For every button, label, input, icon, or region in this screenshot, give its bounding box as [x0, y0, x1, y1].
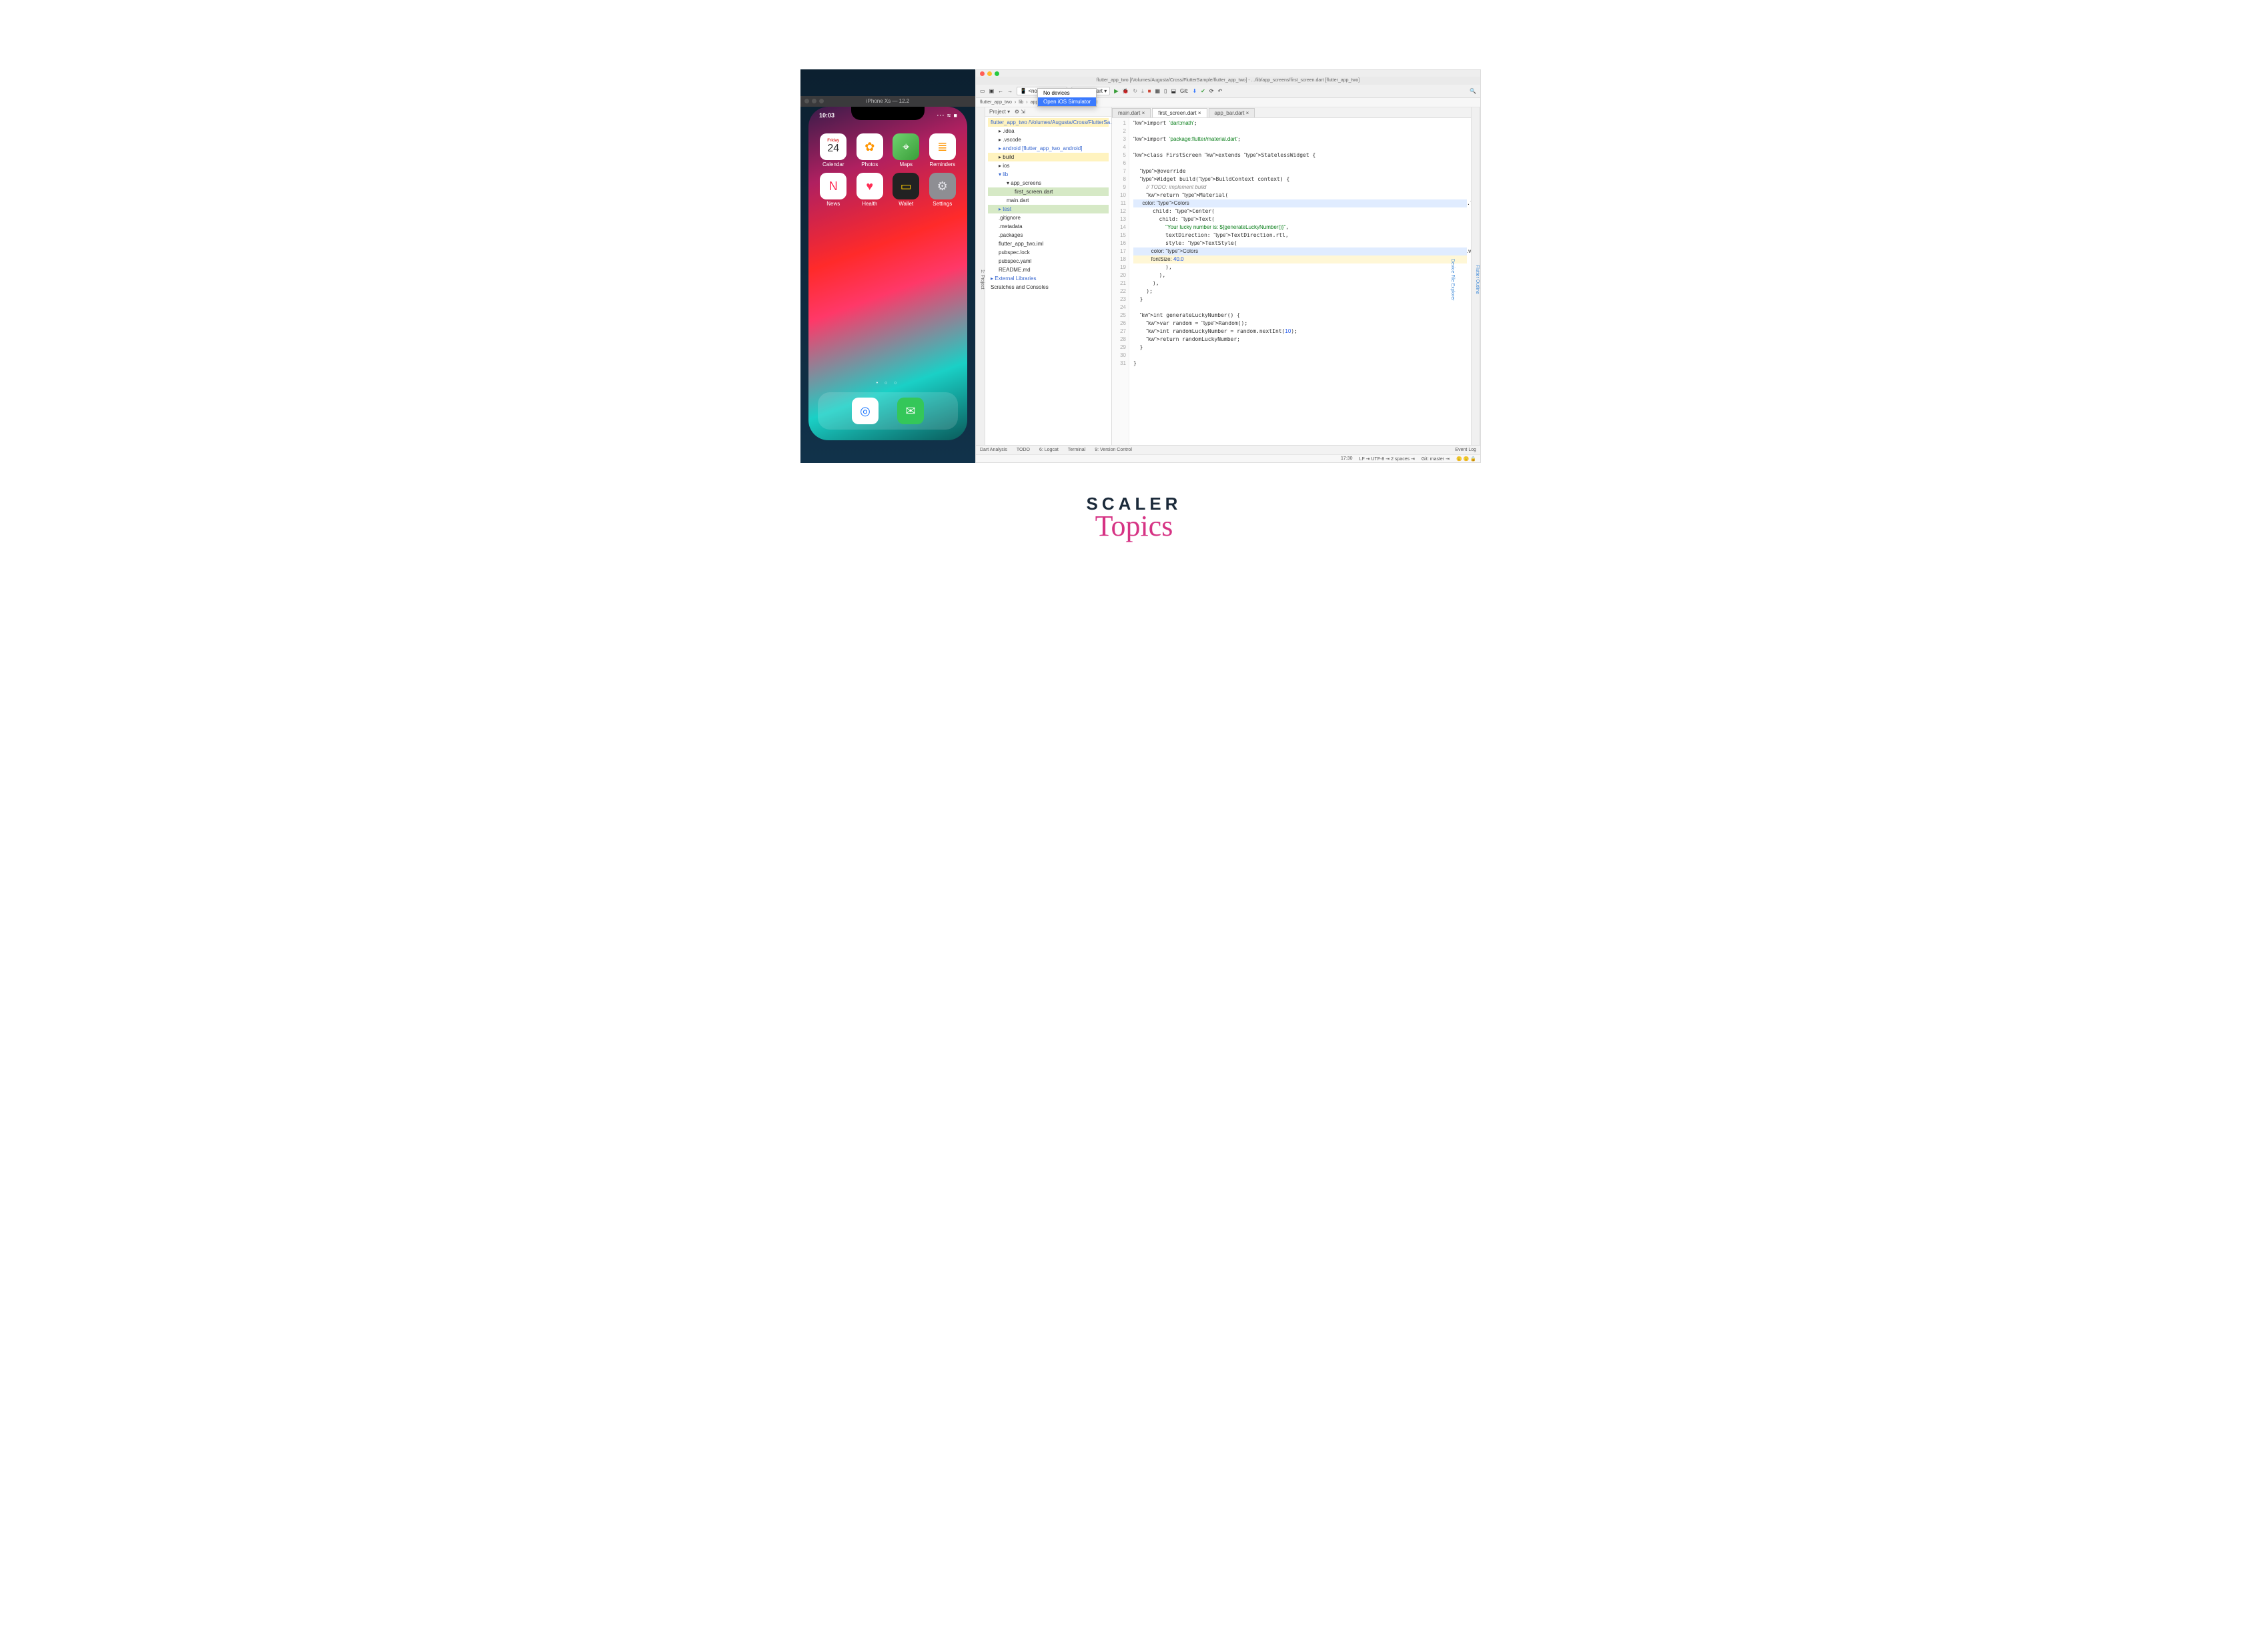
run-button[interactable]: ▶: [1114, 88, 1118, 94]
avd-icon[interactable]: ▯: [1164, 88, 1167, 94]
tree-node[interactable]: pubspec.yaml: [988, 257, 1109, 265]
bottom-tool-tabs[interactable]: Dart Analysis TODO 6: Logcat Terminal 9: Ver…: [976, 445, 1480, 454]
left-tool-tabs[interactable]: 1: ProjectResource ManagerLayout Capture…: [976, 107, 985, 445]
status-face-icon[interactable]: 🙂 🙂 🔒: [1456, 456, 1476, 462]
bottom-tab[interactable]: Dart Analysis: [980, 448, 1007, 452]
status-time: 10:03: [819, 112, 834, 119]
app-news[interactable]: NNews: [818, 173, 849, 207]
git-commit-icon[interactable]: ✔: [1201, 88, 1205, 94]
code-editor[interactable]: 1234567891011121314151617181920212223242…: [1112, 118, 1471, 445]
app-settings[interactable]: ⚙Settings: [927, 173, 959, 207]
project-view-selector[interactable]: Project ▾ ⚙ ⇲: [985, 107, 1111, 117]
tree-node[interactable]: flutter_app_two /Volumes/Augusta/Cross/F…: [988, 118, 1109, 127]
tree-node[interactable]: ▸ .vscode: [988, 135, 1109, 144]
stop-button[interactable]: ■: [1148, 88, 1151, 94]
bottom-tab[interactable]: 9: Version Control: [1095, 448, 1132, 452]
tree-node[interactable]: main.dart: [988, 196, 1109, 205]
profile-button[interactable]: ↻: [1133, 88, 1137, 94]
simulator-titlebar[interactable]: iPhone Xs — 12.2: [800, 96, 975, 107]
tree-node[interactable]: ▾ lib: [988, 170, 1109, 179]
popup-open-ios-simulator[interactable]: Open iOS Simulator: [1038, 97, 1096, 106]
app-calendar[interactable]: Friday24Calendar: [818, 133, 849, 167]
editor-tabs: main.dart ×first_screen.dart ×app_bar.da…: [1112, 107, 1471, 118]
editor-tab[interactable]: main.dart ×: [1112, 108, 1151, 117]
git-update-icon[interactable]: ⬇: [1192, 88, 1197, 94]
tree-node[interactable]: flutter_app_two.iml: [988, 239, 1109, 248]
tree-node[interactable]: ▸ External Libraries: [988, 274, 1109, 283]
tree-node[interactable]: ▸ test: [988, 205, 1109, 213]
dock-app-safari[interactable]: ◎: [852, 398, 879, 424]
dock-app-messages[interactable]: ✉: [897, 398, 924, 424]
tree-node[interactable]: ▸ build: [988, 153, 1109, 161]
bottom-tab[interactable]: TODO: [1017, 448, 1030, 452]
window-title: flutter_app_two [/Volumes/Augusta/Cross/…: [976, 77, 1480, 85]
right-tool-tabs[interactable]: Flutter OutlineDevice File Explorer: [1471, 107, 1480, 445]
caret-position[interactable]: 17:30: [1341, 456, 1353, 461]
editor-tab[interactable]: app_bar.dart ×: [1209, 108, 1255, 117]
git-label: Git:: [1180, 88, 1188, 94]
popup-no-devices: No devices: [1038, 89, 1096, 97]
status-indicators: ··· ≈ ■: [937, 112, 958, 119]
app-reminders[interactable]: ≣Reminders: [927, 133, 959, 167]
editor-tab[interactable]: first_screen.dart ×: [1152, 108, 1207, 117]
back-icon[interactable]: ←: [998, 88, 1003, 94]
device-selector-popup[interactable]: No devices Open iOS Simulator: [1037, 88, 1097, 107]
home-grid: Friday24Calendar✿Photos⌖Maps≣Reminders NN…: [818, 133, 958, 207]
debug-button[interactable]: 🐞: [1122, 88, 1129, 94]
iphone-screen[interactable]: 10:03 ··· ≈ ■ Friday24Calendar✿Photos⌖Ma…: [808, 107, 967, 440]
tree-node[interactable]: pubspec.lock: [988, 248, 1109, 257]
android-studio-window: flutter_app_two [/Volumes/Augusta/Cross/…: [975, 69, 1481, 463]
git-revert-icon[interactable]: ↶: [1218, 88, 1223, 94]
forward-icon[interactable]: →: [1007, 88, 1013, 94]
tree-node[interactable]: .packages: [988, 231, 1109, 239]
tool-tab[interactable]: Flutter Outline: [1475, 265, 1480, 294]
app-wallet[interactable]: ▭Wallet: [891, 173, 922, 207]
tool-tab[interactable]: 1: Project: [980, 269, 985, 290]
tree-node[interactable]: first_screen.dart: [988, 187, 1109, 196]
app-maps[interactable]: ⌖Maps: [891, 133, 922, 167]
editor-area: main.dart ×first_screen.dart ×app_bar.da…: [1112, 107, 1471, 445]
tree-node[interactable]: ▸ .idea: [988, 127, 1109, 135]
layout-inspector-icon[interactable]: ▦: [1155, 88, 1160, 94]
attach-button[interactable]: ⤓: [1141, 88, 1144, 95]
save-icon[interactable]: ▣: [989, 88, 995, 94]
scaler-topics-logo: SCALER Topics: [710, 494, 1558, 543]
dock: ◎✉: [818, 392, 958, 430]
status-bar: 17:30 LF ⇥ UTF-8 ⇥ 2 spaces ⇥ Git: maste…: [976, 454, 1480, 462]
bottom-tab[interactable]: 6: Logcat: [1039, 448, 1059, 452]
git-history-icon[interactable]: ⟳: [1209, 88, 1214, 94]
tree-node[interactable]: ▾ app_screens: [988, 179, 1109, 187]
git-branch[interactable]: Git: master ⇥: [1422, 456, 1450, 462]
status-bar: 10:03 ··· ≈ ■: [808, 112, 967, 125]
tree-node[interactable]: .metadata: [988, 222, 1109, 231]
tree-node[interactable]: ▸ android [flutter_app_two_android]: [988, 144, 1109, 153]
ios-simulator-window: iPhone Xs — 12.2 10:03 ··· ≈ ■ Friday24C…: [800, 69, 975, 463]
project-tool-window[interactable]: Project ▾ ⚙ ⇲ flutter_app_two /Volumes/A…: [985, 107, 1112, 445]
encoding[interactable]: LF ⇥ UTF-8 ⇥ 2 spaces ⇥: [1359, 456, 1415, 462]
app-photos[interactable]: ✿Photos: [855, 133, 886, 167]
search-icon[interactable]: 🔍: [1470, 88, 1476, 94]
sdk-icon[interactable]: ⬓: [1171, 88, 1176, 94]
tree-node[interactable]: README.md: [988, 265, 1109, 274]
window-controls[interactable]: [804, 99, 824, 103]
page-indicator: • ○ ○: [808, 381, 967, 386]
window-controls[interactable]: [976, 70, 1480, 77]
gutter: 1234567891011121314151617181920212223242…: [1112, 118, 1129, 445]
tree-node[interactable]: Scratches and Consoles: [988, 283, 1109, 292]
tree-node[interactable]: .gitignore: [988, 213, 1109, 222]
tree-node[interactable]: ▸ ios: [988, 161, 1109, 170]
tool-tab[interactable]: Device File Explorer: [1450, 259, 1455, 301]
bottom-tab[interactable]: Terminal: [1068, 448, 1085, 452]
app-health[interactable]: ♥Health: [855, 173, 886, 207]
open-icon[interactable]: ▭: [980, 88, 985, 94]
simulator-title: iPhone Xs — 12.2: [867, 98, 909, 104]
event-log-tab[interactable]: Event Log: [1455, 448, 1476, 452]
